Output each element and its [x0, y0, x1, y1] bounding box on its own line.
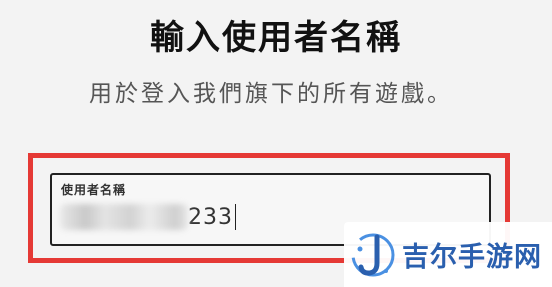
username-field-label: 使用者名稱 — [61, 183, 127, 197]
page: 輸入使用者名稱 用於登入我們旗下的所有遊戲。 使用者名稱 233 吉尔手游网 — [0, 0, 552, 287]
redacted-text — [60, 204, 188, 230]
username-input[interactable]: 233 — [60, 202, 236, 232]
page-title: 輸入使用者名稱 — [150, 18, 402, 58]
j-logo-icon — [351, 233, 395, 276]
username-value: 233 — [188, 204, 233, 230]
watermark: 吉尔手游网 — [344, 222, 552, 287]
text-caret — [235, 204, 236, 230]
watermark-text: 吉尔手游网 — [402, 242, 542, 273]
page-subtitle: 用於登入我們旗下的所有遊戲。 — [89, 81, 453, 107]
